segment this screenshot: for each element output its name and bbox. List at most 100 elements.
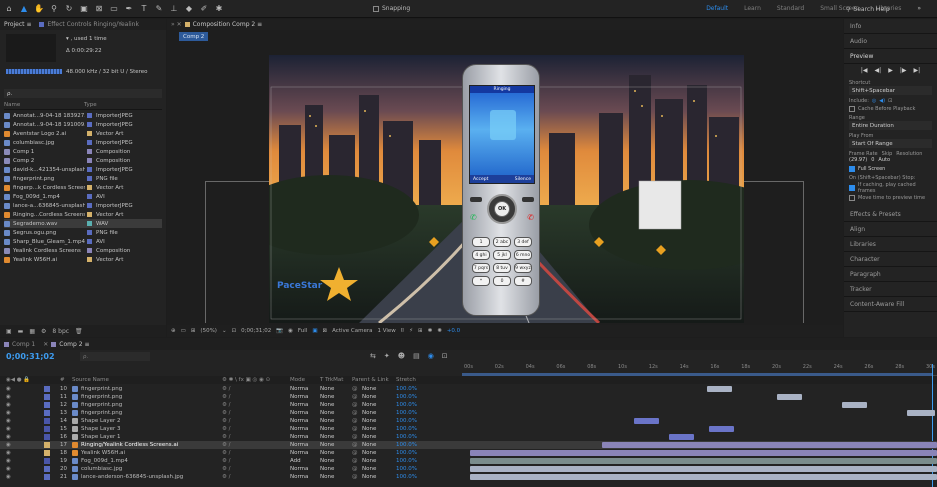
layer-switches[interactable]: ⚙ /: [222, 426, 290, 432]
range-select[interactable]: Entire Duration: [849, 121, 932, 130]
layer-name[interactable]: Shape Layer 3: [81, 426, 222, 432]
layer-row[interactable]: ◉ 11 fingerprint.png ⚙ / Norma None @ No…: [0, 393, 937, 401]
label-swatch[interactable]: [44, 426, 50, 432]
layer-switches[interactable]: ⚙ /: [222, 410, 290, 416]
preview-panel-tab[interactable]: Preview: [844, 49, 937, 64]
col-trkmat[interactable]: T TrkMat: [320, 377, 352, 383]
skip-select[interactable]: 0: [871, 157, 874, 163]
new-composition-icon[interactable]: ▦: [29, 328, 35, 335]
fit-icon[interactable]: ⊡: [232, 328, 237, 334]
label-swatch[interactable]: [44, 442, 50, 448]
layer-name[interactable]: Shape Layer 1: [81, 434, 222, 440]
mode-select[interactable]: Norma: [290, 410, 320, 416]
layer-name[interactable]: fingerprint.png: [81, 410, 222, 416]
layer-row[interactable]: ◉ 10 fingerprint.png ⚙ / Norma None @ No…: [0, 385, 937, 393]
draft-3d-icon[interactable]: ✦: [384, 352, 390, 360]
project-item[interactable]: Segrademo.wav WAV: [4, 219, 162, 228]
cached-frames-checkbox[interactable]: [849, 185, 855, 191]
col-parent[interactable]: Parent & Link: [352, 377, 396, 383]
rotate-tool-icon[interactable]: ↻: [63, 3, 75, 15]
snapping-checkbox[interactable]: [373, 5, 379, 12]
play-from-select[interactable]: Start Of Range: [849, 139, 932, 148]
audio-panel-tab[interactable]: Audio: [844, 34, 937, 49]
include-overlays-icon[interactable]: ⊡: [888, 98, 892, 104]
layer-row[interactable]: ◉ 16 Shape Layer 1 ⚙ / Norma None @ None…: [0, 433, 937, 441]
label-swatch[interactable]: [44, 450, 50, 456]
puppet-tool-icon[interactable]: ✱: [213, 3, 225, 15]
keypad-key[interactable]: *: [472, 276, 490, 286]
col-stretch[interactable]: Stretch: [396, 377, 426, 383]
layer-duration-bar[interactable]: [777, 394, 802, 400]
project-item[interactable]: Fog_009d_1.mp4 AVI: [4, 192, 162, 201]
stretch-value[interactable]: 100.0%: [396, 450, 426, 456]
workspace-learn[interactable]: Learn: [744, 5, 761, 12]
layer-duration-bar[interactable]: [669, 434, 694, 440]
parent-select[interactable]: None: [362, 442, 396, 448]
parent-select[interactable]: None: [362, 402, 396, 408]
left-softkey-button[interactable]: [470, 197, 482, 202]
project-item[interactable]: Segrus.ogu.png PNG file: [4, 228, 162, 237]
visibility-icon[interactable]: ◉: [0, 458, 44, 464]
visibility-icon[interactable]: ◉: [0, 434, 44, 440]
pick-whip-icon[interactable]: @: [352, 442, 362, 448]
pan-behind-tool-icon[interactable]: ⊠: [93, 3, 105, 15]
move-time-checkbox[interactable]: [849, 195, 855, 201]
trkmat-select[interactable]: None: [320, 394, 352, 400]
tab-project[interactable]: Project ≡: [0, 19, 35, 30]
play-icon[interactable]: ▶: [888, 67, 893, 74]
panel-tab[interactable]: Align: [844, 222, 937, 237]
layer-name[interactable]: fingerprint.png: [81, 402, 222, 408]
keypad-key[interactable]: 3 def: [514, 237, 532, 247]
rectangle-tool-icon[interactable]: ▭: [108, 3, 120, 15]
project-item[interactable]: Ringing...Cordless Screens.ai Vector Art: [4, 210, 162, 219]
layer-duration-bar[interactable]: [470, 458, 937, 464]
col-type-header[interactable]: Type: [84, 102, 97, 108]
parent-select[interactable]: None: [362, 450, 396, 456]
visibility-icon[interactable]: ◉: [0, 466, 44, 472]
flowchart-icon[interactable]: ✱: [428, 328, 433, 334]
workspace-default[interactable]: Default: [706, 5, 728, 12]
eraser-tool-icon[interactable]: ◆: [183, 3, 195, 15]
stretch-value[interactable]: 100.0%: [396, 426, 426, 432]
trkmat-select[interactable]: None: [320, 466, 352, 472]
layer-row[interactable]: ◉ 17 Ringing/Yealink Cordless Screens.ai…: [0, 441, 937, 449]
label-swatch[interactable]: [44, 386, 50, 392]
mode-select[interactable]: Norma: [290, 386, 320, 392]
shy-layers-icon[interactable]: ☻: [398, 352, 405, 360]
layer-name[interactable]: Shape Layer 2: [81, 418, 222, 424]
label-swatch[interactable]: [44, 434, 50, 440]
pick-whip-icon[interactable]: @: [352, 450, 362, 456]
layer-duration-bar[interactable]: [709, 426, 734, 432]
keypad-key[interactable]: 1: [472, 237, 490, 247]
stretch-value[interactable]: 100.0%: [396, 434, 426, 440]
mode-select[interactable]: Norma: [290, 434, 320, 440]
parent-select[interactable]: None: [362, 434, 396, 440]
right-softkey-button[interactable]: [522, 197, 534, 202]
layer-row[interactable]: ◉ 20 columbiasc.jpg ⚙ / Norma None @ Non…: [0, 465, 937, 473]
clone-stamp-tool-icon[interactable]: ⊥: [168, 3, 180, 15]
label-swatch[interactable]: [44, 402, 50, 408]
trkmat-select[interactable]: None: [320, 434, 352, 440]
toggle-pixel-aspect-icon[interactable]: ⌷: [401, 328, 404, 335]
layer-duration-bar[interactable]: [707, 386, 732, 392]
stretch-value[interactable]: 100.0%: [396, 458, 426, 464]
ok-button[interactable]: OK: [494, 201, 510, 217]
keypad-key[interactable]: 7 pqrs: [472, 263, 490, 273]
last-frame-icon[interactable]: ▶|: [913, 67, 920, 74]
visibility-icon[interactable]: ◉: [0, 426, 44, 432]
pick-whip-icon[interactable]: @: [352, 434, 362, 440]
stretch-value[interactable]: 100.0%: [396, 466, 426, 472]
project-item[interactable]: Comp 1 Composition: [4, 147, 162, 156]
project-item[interactable]: Sharp_Blue_Gleam_1.mp4 AVI: [4, 237, 162, 246]
project-item[interactable]: columbiasc.jpg ImporterJPEG: [4, 138, 162, 147]
keypad-key[interactable]: 0: [493, 276, 511, 286]
layer-row[interactable]: ◉ 19 Fog_009d_1.mp4 ⚙ / Add None @ None …: [0, 457, 937, 465]
project-item[interactable]: lance-a...636845-unsplash.jpg ImporterJP…: [4, 201, 162, 210]
frame-blending-icon[interactable]: ▤: [413, 352, 420, 360]
transparency-grid-icon[interactable]: ⊠: [323, 328, 328, 334]
layer-switches[interactable]: ⚙ /: [222, 466, 290, 472]
keypad-key[interactable]: 4 ghi: [472, 250, 490, 260]
stretch-value[interactable]: 100.0%: [396, 474, 426, 480]
pick-whip-icon[interactable]: @: [352, 394, 362, 400]
pick-whip-icon[interactable]: @: [352, 402, 362, 408]
